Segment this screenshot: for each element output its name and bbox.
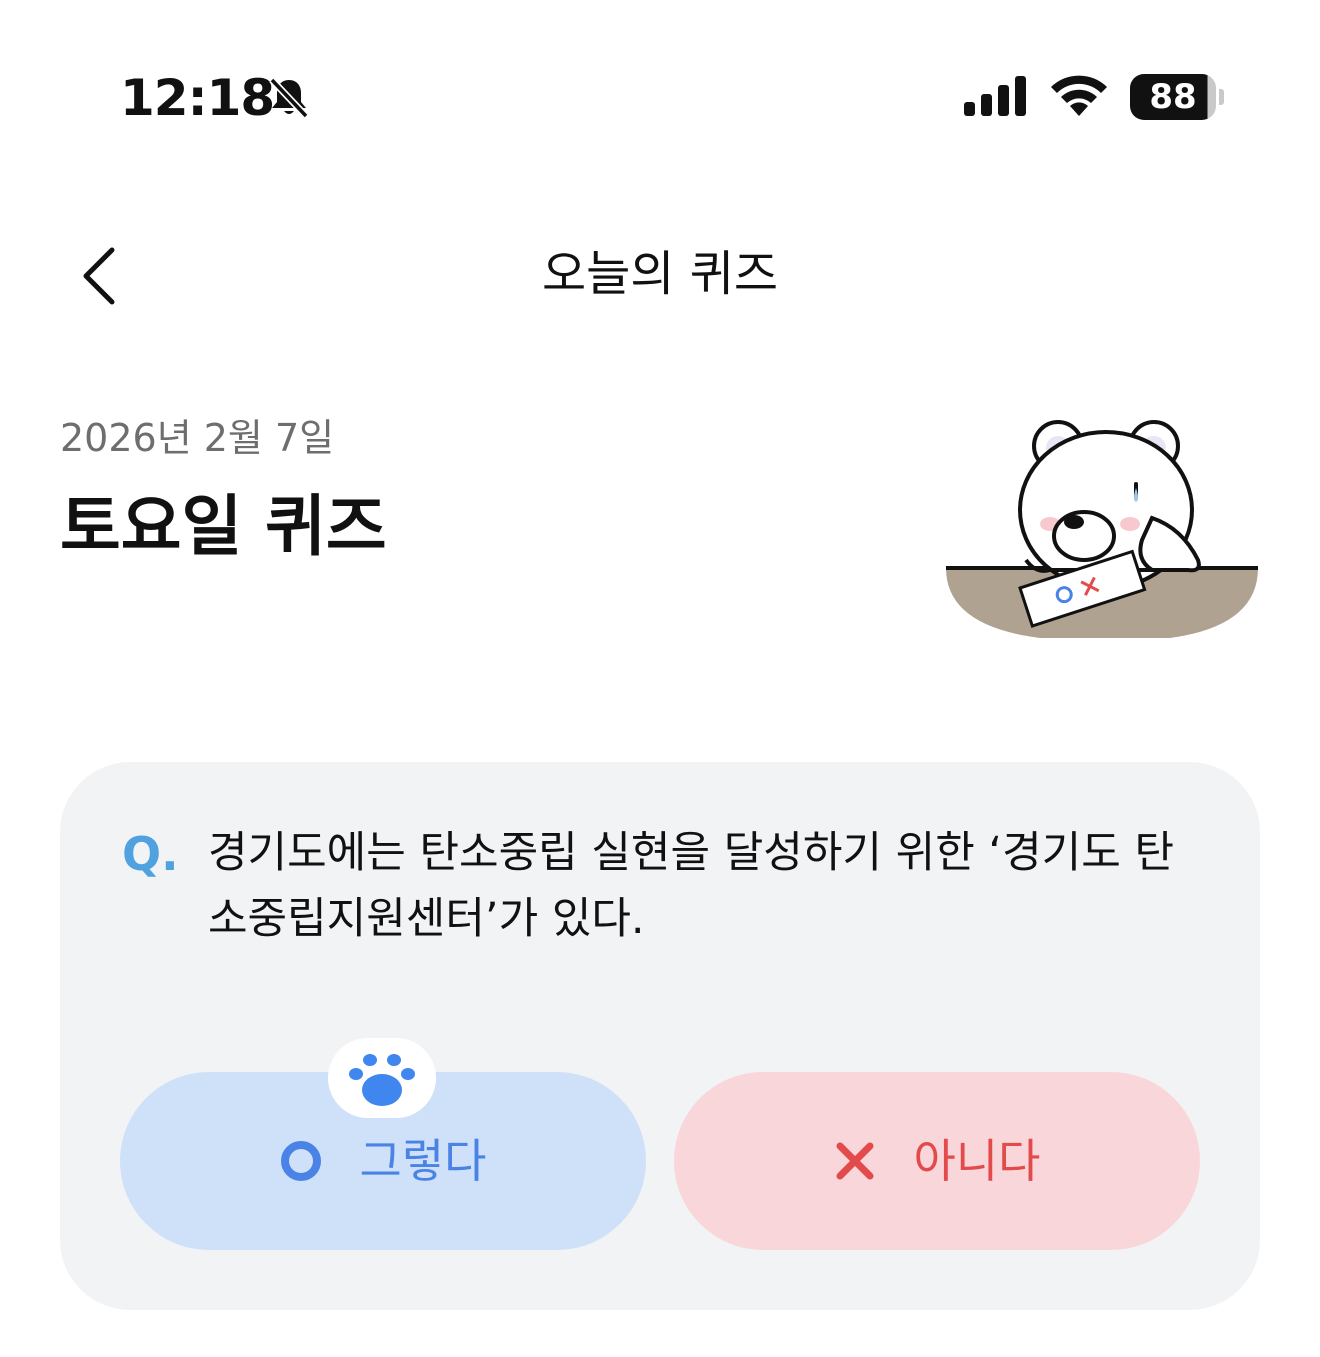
quiz-date: 2026년 2월 7일 [60,416,335,460]
cellular-signal-icon [964,76,1026,116]
quiz-title: 토요일 퀴즈 [60,488,387,565]
quiz-card: Q. 경기도에는 탄소중립 실현을 달성하기 위한 ‘경기도 탄소중립지원센터’… [60,762,1260,1310]
status-time: 12:18 [120,69,275,127]
answer-no-label: 아니다 [913,1134,1041,1188]
answer-yes-label: 그렇다 [359,1134,487,1188]
paw-icon [328,1038,436,1118]
answer-no-button[interactable]: 아니다 [674,1072,1200,1250]
battery-level: 88 [1149,77,1197,117]
chevron-left-icon [83,247,115,305]
wifi-icon [1051,75,1107,116]
bell-slash-icon [269,77,309,119]
back-button[interactable] [62,236,142,316]
page-nav-title: 오늘의 퀴즈 [541,246,779,302]
bear-with-ox-paper-illustration [946,420,1258,638]
battery-indicator: 88 [1130,74,1226,120]
x-icon [836,1142,874,1180]
question-text: 경기도에는 탄소중립 실현을 달성하기 위한 ‘경기도 탄소중립지원센터’가 있… [208,828,1174,944]
question-mark-label: Q. [122,827,179,881]
circle-o-icon [280,1141,321,1181]
